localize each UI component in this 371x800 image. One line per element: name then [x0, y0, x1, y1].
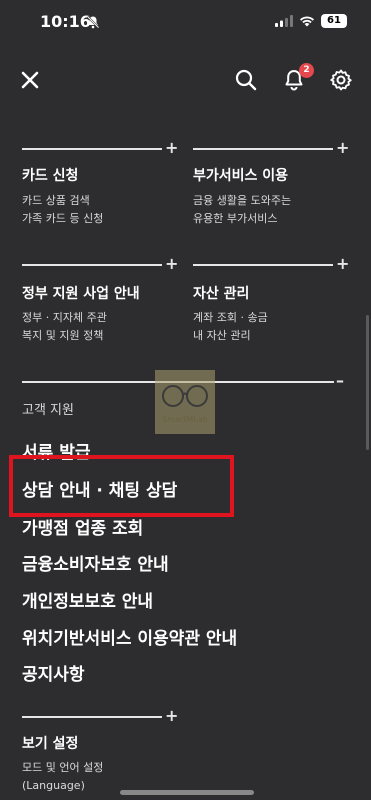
status-icons: 61: [275, 14, 347, 28]
menu-sub-line: 모드 및 언어 설정: [22, 761, 104, 774]
battery-icon: 61: [321, 14, 347, 28]
settings-button[interactable]: [327, 66, 355, 94]
plus-icon: +: [336, 138, 350, 157]
glasses-icon: [162, 385, 208, 407]
customer-support-label: 고객 지원: [22, 403, 74, 418]
menu-title-extra-services[interactable]: 부가서비스 이용: [193, 165, 288, 185]
watermark-text: SmartMLab: [162, 415, 208, 424]
merchant-category-link[interactable]: 가맹점 업종 조회: [22, 514, 143, 539]
plus-icon: +: [165, 138, 179, 157]
menu-sub-government-support[interactable]: 정부 · 지자체 주관 복지 및 지원 정책: [22, 309, 107, 345]
signal-icon: [275, 15, 293, 27]
menu-sub-extra-services[interactable]: 금융 생활을 도와주는 유용한 부가서비스: [193, 192, 291, 228]
top-app-bar: 2: [0, 60, 371, 100]
menu-title-view-settings[interactable]: 보기 설정: [22, 733, 78, 753]
menu-sub-line: 가족 카드 등 신청: [22, 212, 104, 225]
notification-badge: 2: [299, 63, 314, 78]
consumer-protection-link[interactable]: 금융소비자보호 안내: [22, 550, 169, 575]
plus-icon: +: [165, 254, 179, 273]
close-button[interactable]: [16, 66, 44, 94]
menu-title-card-application[interactable]: 카드 신청: [22, 165, 78, 185]
menu-sub-line: 카드 상품 검색: [22, 194, 90, 207]
menu-sub-line: 내 자산 관리: [193, 329, 251, 342]
bell-slash-icon: [86, 15, 100, 29]
section-divider: +: [193, 138, 349, 157]
status-bar: 10:16 61: [0, 0, 371, 44]
notification-button[interactable]: 2: [280, 63, 314, 94]
privacy-protection-link[interactable]: 개인정보보호 안내: [22, 587, 153, 612]
status-time: 10:16: [40, 12, 91, 31]
plus-icon: +: [336, 254, 350, 273]
menu-sub-view-settings[interactable]: 모드 및 언어 설정 (Language): [22, 759, 103, 795]
scrollbar[interactable]: [366, 315, 369, 450]
menu-sub-line: 정부 · 지자체 주관: [22, 311, 107, 324]
menu-sub-card-application[interactable]: 카드 상품 검색 가족 카드 등 신청: [22, 192, 103, 228]
section-divider: +: [193, 254, 349, 273]
menu-sub-line: (Language): [22, 779, 85, 792]
section-divider: +: [22, 706, 178, 725]
plus-icon: +: [165, 706, 179, 725]
wifi-icon: [300, 16, 314, 27]
menu-sub-line: 복지 및 지원 정책: [22, 329, 104, 342]
section-divider: +: [22, 138, 178, 157]
menu-sub-line: 유용한 부가서비스: [193, 212, 278, 225]
menu-title-government-support[interactable]: 정부 지원 사업 안내: [22, 283, 140, 303]
watermark-logo: SmartMLab: [155, 370, 215, 434]
menu-sub-line: 금융 생활을 도와주는: [193, 194, 292, 207]
close-icon: [21, 71, 39, 89]
highlight-annotation: [9, 455, 234, 517]
location-terms-link[interactable]: 위치기반서비스 이용약관 안내: [22, 624, 237, 649]
notices-link[interactable]: 공지사항: [22, 660, 85, 685]
minus-icon: –: [336, 371, 344, 390]
search-button[interactable]: [232, 66, 260, 94]
home-indicator: [120, 790, 254, 795]
menu-sub-line: 계좌 조회 · 송금: [193, 311, 268, 324]
search-icon: [235, 69, 257, 91]
menu-sub-asset-management[interactable]: 계좌 조회 · 송금 내 자산 관리: [193, 309, 268, 345]
section-divider: +: [22, 254, 178, 273]
menu-title-asset-management[interactable]: 자산 관리: [193, 283, 249, 303]
gear-icon: [330, 69, 352, 91]
